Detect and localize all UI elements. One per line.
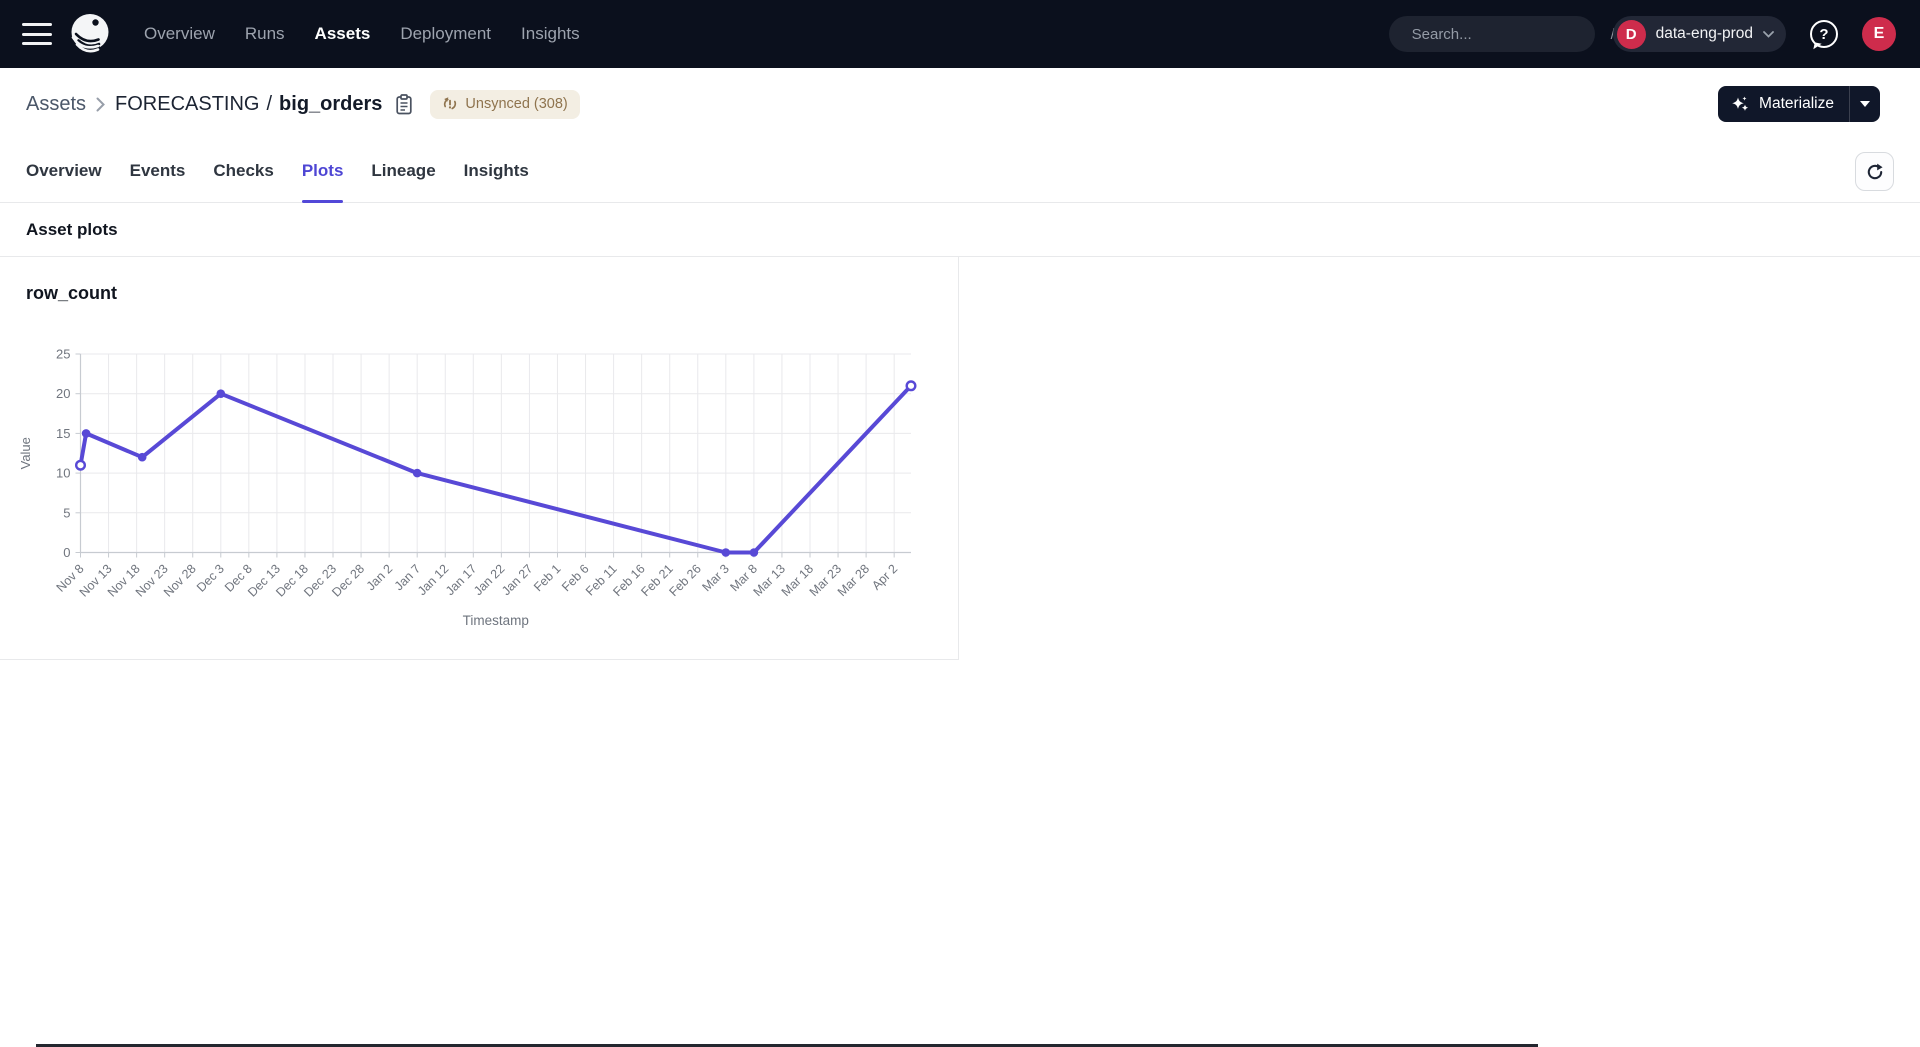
x-tick-label: Dec 28	[329, 562, 367, 600]
y-tick-label: 25	[56, 347, 70, 362]
y-tick-label: 20	[56, 386, 70, 401]
deployment-initial-badge: D	[1617, 20, 1646, 49]
y-axis-title: Value	[18, 437, 33, 469]
x-tick-label: Jan 12	[415, 562, 451, 598]
row-count-line-chart: Nov 8Nov 13Nov 18Nov 23Nov 28Dec 3Dec 8D…	[16, 340, 951, 640]
nav-item-assets[interactable]: Assets	[315, 24, 371, 44]
nav-item-overview[interactable]: Overview	[144, 24, 215, 44]
nav-item-insights[interactable]: Insights	[521, 24, 580, 44]
primary-nav: Overview Runs Assets Deployment Insights	[144, 24, 580, 44]
refresh-button[interactable]	[1855, 152, 1894, 191]
search-box[interactable]: /	[1389, 16, 1595, 52]
breadcrumb-chevron-icon	[96, 97, 105, 112]
unsynced-label: Unsynced (308)	[465, 96, 567, 112]
materialize-dropdown-button[interactable]	[1849, 86, 1880, 122]
deployment-switcher[interactable]: D data-eng-prod	[1613, 16, 1786, 52]
y-tick-label: 15	[56, 426, 70, 441]
x-tick-label: Mar 28	[835, 562, 872, 599]
nav-item-deployment[interactable]: Deployment	[400, 24, 491, 44]
x-tick-label: Jan 27	[499, 562, 535, 598]
data-point[interactable]	[82, 429, 91, 438]
data-point[interactable]	[413, 469, 422, 478]
unsynced-status-badge[interactable]: Unsynced (308)	[430, 90, 579, 119]
tab-checks[interactable]: Checks	[213, 140, 273, 202]
tab-label: Plots	[302, 161, 344, 181]
data-point[interactable]	[76, 461, 85, 470]
y-tick-label: 5	[63, 505, 70, 520]
materialize-label: Materialize	[1759, 95, 1834, 113]
plot-card-title: row_count	[0, 257, 958, 304]
data-point[interactable]	[217, 389, 226, 398]
top-nav-bar: Overview Runs Assets Deployment Insights…	[0, 0, 1920, 68]
x-tick-label: Apr 2	[869, 562, 900, 593]
search-input[interactable]	[1412, 26, 1611, 43]
breadcrumb-divider: /	[266, 93, 272, 116]
copy-asset-name-button[interactable]	[395, 94, 413, 115]
series-line	[81, 386, 912, 553]
plot-card-row-count: row_count Nov 8Nov 13Nov 18Nov 23Nov 28D…	[0, 257, 959, 660]
user-avatar[interactable]: E	[1862, 17, 1896, 51]
breadcrumb-row: Assets FORECASTING / big_orders Unsynced…	[0, 68, 1920, 140]
tab-label: Events	[130, 161, 186, 181]
asset-tabs: Overview Events Checks Plots Lineage Ins…	[0, 140, 1920, 203]
help-icon: ?	[1819, 26, 1828, 43]
data-point[interactable]	[750, 548, 759, 557]
data-point[interactable]	[907, 382, 916, 391]
materialize-split-button: Materialize	[1718, 86, 1880, 122]
hamburger-menu-icon[interactable]	[22, 23, 52, 45]
section-title: Asset plots	[26, 220, 118, 240]
tab-label: Insights	[464, 161, 529, 181]
chevron-down-icon	[1763, 31, 1774, 38]
x-tick-label: Jan 2	[364, 562, 396, 594]
dagster-logo-icon	[68, 11, 112, 57]
deployment-name: data-eng-prod	[1656, 25, 1753, 43]
tab-label: Lineage	[371, 161, 435, 181]
x-tick-label: Jan 17	[443, 562, 479, 598]
breadcrumb-assets-link[interactable]: Assets	[26, 93, 86, 116]
tab-overview[interactable]: Overview	[26, 140, 102, 202]
tab-lineage[interactable]: Lineage	[371, 140, 435, 202]
tab-plots[interactable]: Plots	[302, 140, 344, 202]
tab-label: Checks	[213, 161, 273, 181]
x-tick-label: Jan 22	[471, 562, 507, 598]
tab-label: Overview	[26, 161, 102, 181]
sparkles-icon	[1731, 95, 1750, 114]
section-header: Asset plots	[0, 203, 1920, 257]
breadcrumb-group-link[interactable]: FORECASTING	[115, 93, 259, 116]
page-title-asset-name: big_orders	[279, 93, 382, 116]
materialize-button[interactable]: Materialize	[1718, 86, 1849, 122]
x-axis-title: Timestamp	[463, 613, 529, 628]
help-button[interactable]: ?	[1810, 20, 1838, 48]
clipboard-icon	[395, 94, 413, 115]
tab-events[interactable]: Events	[130, 140, 186, 202]
x-tick-label: Nov 28	[161, 562, 199, 600]
sync-alert-icon	[442, 96, 458, 112]
data-point[interactable]	[722, 548, 731, 557]
nav-item-runs[interactable]: Runs	[245, 24, 285, 44]
caret-down-icon	[1860, 101, 1870, 107]
x-tick-label: Feb 1	[531, 562, 564, 595]
x-tick-label: Mar 3	[699, 562, 732, 595]
nav-right-cluster: / D data-eng-prod ? E	[1389, 16, 1896, 52]
user-initial: E	[1874, 25, 1885, 43]
data-point[interactable]	[138, 453, 147, 462]
refresh-icon	[1865, 162, 1885, 182]
y-tick-label: 10	[56, 466, 70, 481]
y-tick-label: 0	[63, 545, 70, 560]
x-tick-label: Dec 3	[194, 562, 227, 595]
tab-insights[interactable]: Insights	[464, 140, 529, 202]
x-tick-label: Feb 26	[666, 562, 703, 599]
